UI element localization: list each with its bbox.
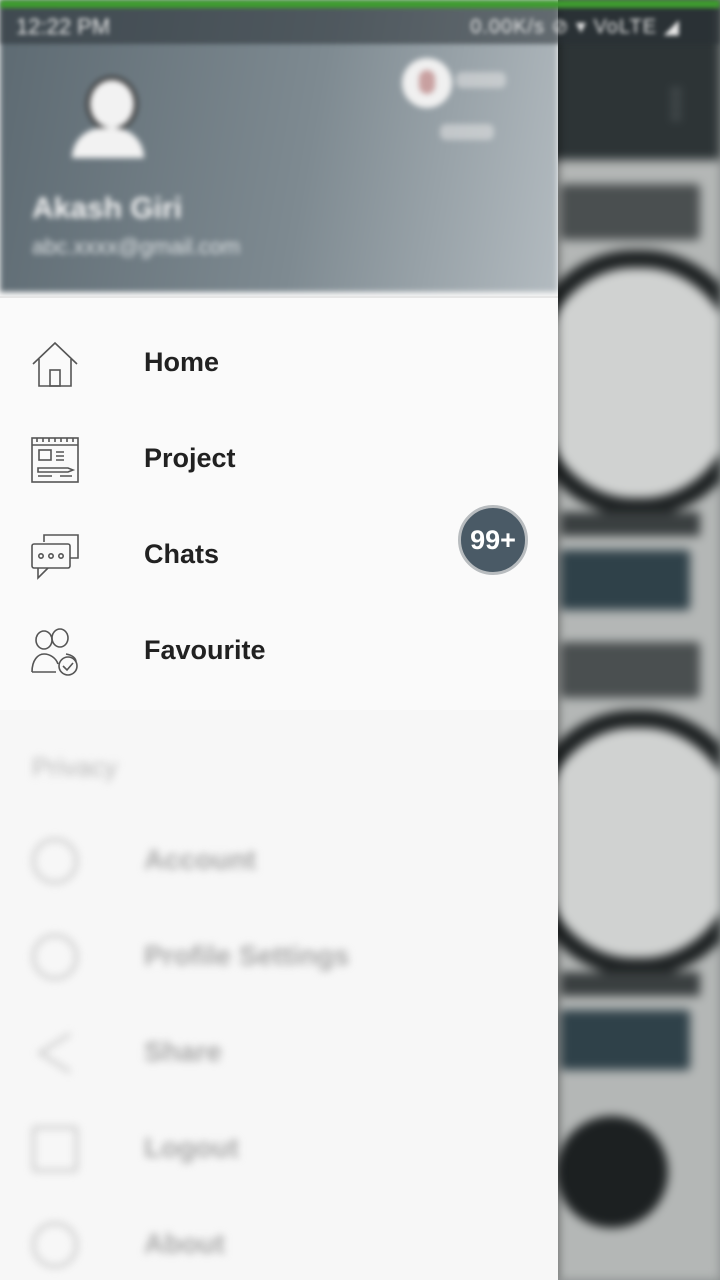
- background-name-bar: [560, 972, 700, 996]
- menu-item-favourite[interactable]: Favourite: [0, 604, 558, 700]
- background-name-bar: [560, 512, 700, 536]
- account-switcher-avatar[interactable]: [402, 58, 452, 108]
- menu-item-label: Share: [144, 1036, 222, 1067]
- menu-item-label: Home: [144, 347, 220, 377]
- status-indicators: 0.00K/s ⊘ ▾ VoLTE ◢: [470, 16, 680, 38]
- account-icon: [32, 838, 78, 884]
- background-card-button[interactable]: [560, 550, 690, 610]
- chat-icon: [30, 532, 80, 580]
- favourite-users-icon: [30, 628, 80, 676]
- menu-item-label: Account: [144, 844, 256, 875]
- background-card-button[interactable]: [560, 1010, 690, 1070]
- status-bar: 12:22 PM 0.00K/s ⊘ ▾ VoLTE ◢: [0, 0, 720, 44]
- section-title: Privacy: [32, 752, 118, 782]
- menu-item-label: About: [144, 1228, 225, 1259]
- menu-item-label: Profile Settings: [144, 940, 350, 971]
- user-name: Akash Giri: [32, 192, 183, 225]
- user-email: abc.xxxx@gmail.com: [32, 234, 241, 259]
- navigation-drawer: Akash Giri abc.xxxx@gmail.com Home Proje…: [0, 0, 558, 1280]
- menu-item-label: Favourite: [144, 635, 266, 665]
- about-icon: [32, 1222, 78, 1268]
- privacy-section: Privacy Account Profile Settings Share L…: [0, 708, 558, 1280]
- share-icon: [32, 1030, 78, 1076]
- menu-item-logout[interactable]: Logout: [0, 1100, 558, 1196]
- chats-count-badge: 99+: [458, 505, 528, 575]
- overflow-menu-icon[interactable]: [672, 86, 680, 122]
- user-avatar[interactable]: [66, 62, 150, 162]
- drawer-menu: Home Project Chats Favourite: [0, 296, 558, 710]
- menu-item-profile-settings[interactable]: Profile Settings: [0, 908, 558, 1004]
- menu-item-label: Project: [144, 443, 236, 473]
- menu-item-home[interactable]: Home: [0, 316, 558, 412]
- profile-settings-icon: [32, 934, 78, 980]
- menu-item-about[interactable]: About: [0, 1196, 558, 1280]
- floating-action-button[interactable]: [556, 1116, 668, 1228]
- menu-item-label: Chats: [144, 539, 220, 569]
- home-icon: [30, 340, 80, 388]
- account-switcher-label: [456, 72, 506, 88]
- background-card-header: [560, 642, 700, 698]
- account-switcher-sublabel: [440, 124, 494, 140]
- menu-item-project[interactable]: Project: [0, 412, 558, 508]
- menu-item-share[interactable]: Share: [0, 1004, 558, 1100]
- status-time: 12:22 PM: [16, 14, 111, 39]
- menu-item-account[interactable]: Account: [0, 812, 558, 908]
- logout-icon: [32, 1126, 78, 1172]
- background-card-header: [560, 184, 700, 240]
- menu-item-label: Logout: [144, 1132, 239, 1163]
- project-icon: [30, 436, 80, 484]
